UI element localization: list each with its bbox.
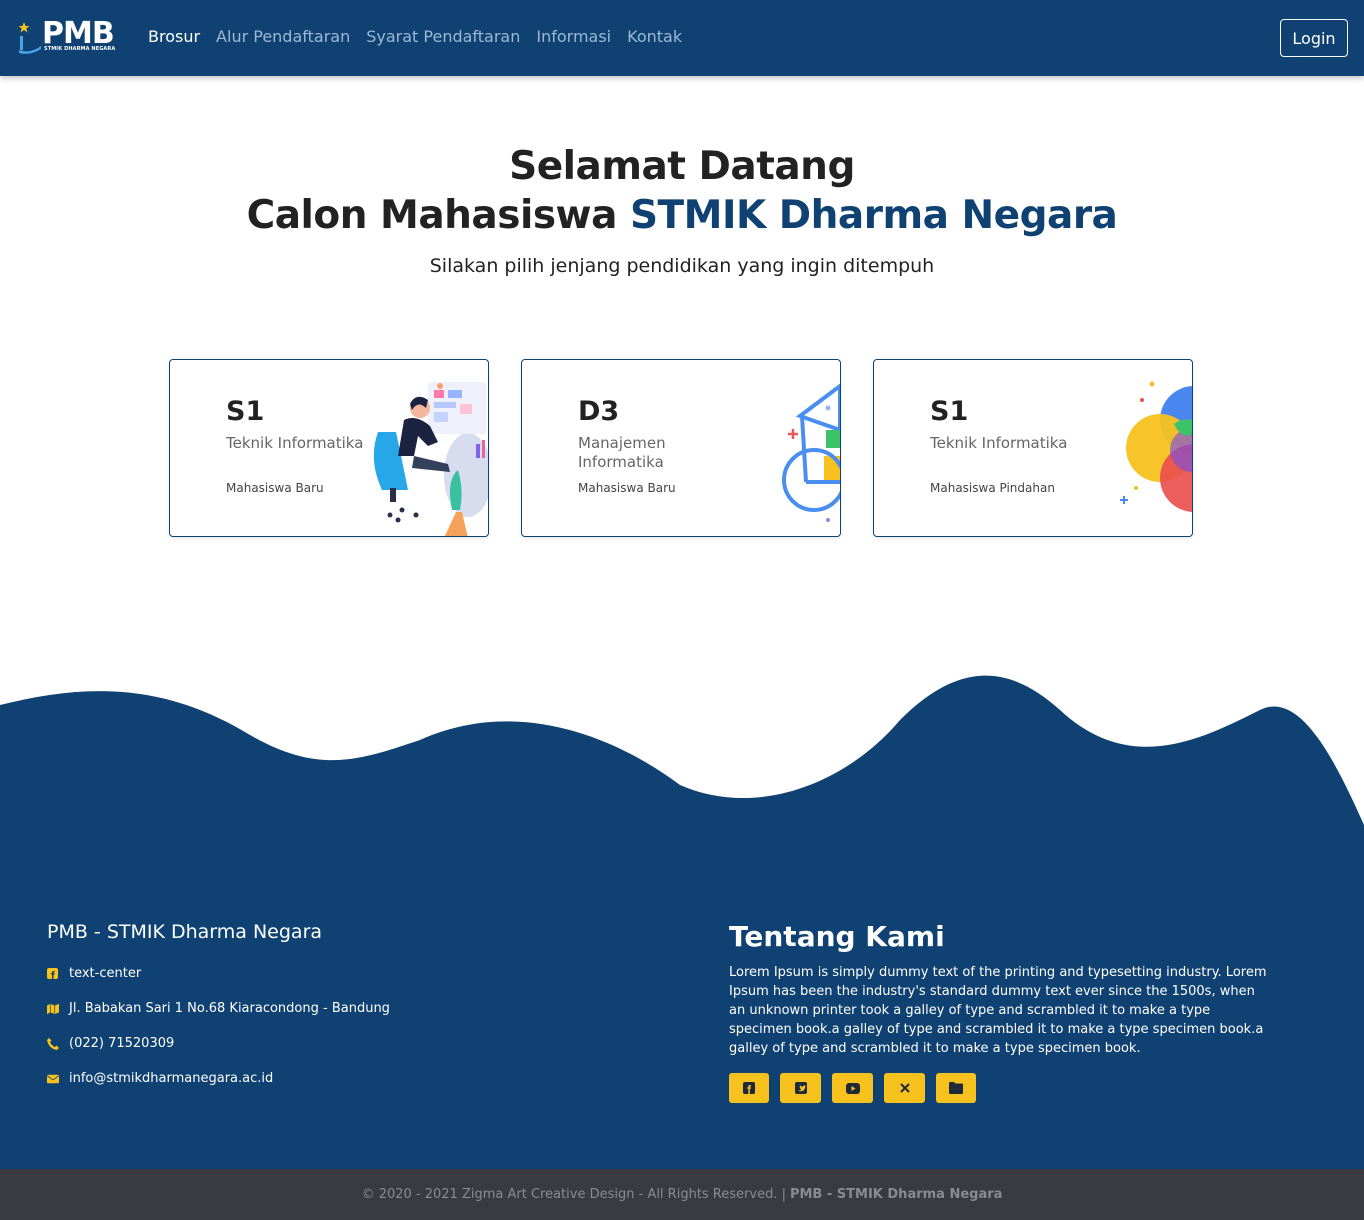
page-title: Selamat Datang Calon Mahasiswa STMIK Dha… — [0, 142, 1364, 240]
envelope-icon — [47, 1074, 59, 1083]
card-program: Manajemen Informatika — [578, 434, 666, 471]
copyright-text: © 2020 - 2021 Zigma Art Creative Design … — [361, 1187, 786, 1202]
contact-text: text-center — [69, 966, 142, 981]
nav-item-informasi[interactable]: Informasi — [536, 27, 611, 46]
card-type: Mahasiswa Baru — [578, 481, 676, 495]
footer-title: PMB - STMIK Dharma Negara — [47, 921, 323, 943]
title-line-2-prefix: Calon Mahasiswa — [246, 193, 630, 238]
title-line-1: Selamat Datang — [509, 144, 855, 189]
contact-text: info@stmikdharmanegara.ac.id — [69, 1071, 274, 1086]
pmb-logo[interactable]: PMB STMIK DHARMA NEGARA — [16, 16, 126, 56]
logo-mark-icon — [18, 22, 41, 54]
about-title: Tentang Kami — [729, 920, 945, 953]
card-type: Mahasiswa Baru — [226, 481, 324, 495]
facebook-icon — [743, 1082, 755, 1094]
nav-item-kontak[interactable]: Kontak — [627, 27, 682, 46]
login-button[interactable]: Login — [1280, 19, 1348, 57]
card-s1-teknik-informatika-pindahan[interactable]: S1 Teknik Informatika Mahasiswa Pindahan — [873, 359, 1193, 537]
card-level: S1 — [226, 396, 265, 427]
nav-item-syarat-pendaftaran[interactable]: Syarat Pendaftaran — [366, 27, 520, 46]
facebook-square-icon — [47, 967, 58, 979]
folder-icon — [949, 1082, 963, 1094]
contact-text: (022) 71520309 — [69, 1036, 175, 1051]
twitter-button[interactable] — [780, 1073, 821, 1103]
nav-item-brosur[interactable]: Brosur — [148, 27, 200, 46]
folder-button[interactable] — [936, 1073, 976, 1103]
card-level: D3 — [578, 396, 620, 427]
contact-item-address: Jl. Babakan Sari 1 No.68 Kiaracondong - … — [47, 1001, 390, 1016]
copyright-bar: © 2020 - 2021 Zigma Art Creative Design … — [0, 1169, 1364, 1220]
title-line-2-accent: STMIK Dharma Negara — [629, 193, 1118, 238]
about-text: Lorem Ipsum is simply dummy text of the … — [729, 965, 1267, 1056]
x-button[interactable] — [884, 1073, 925, 1103]
card-type: Mahasiswa Pindahan — [930, 481, 1055, 495]
youtube-icon — [845, 1082, 860, 1094]
page-subtitle: Silakan pilih jenjang pendidikan yang in… — [429, 255, 935, 277]
card-s1-teknik-informatika-baru[interactable]: S1 Teknik Informatika Mahasiswa Baru — [169, 359, 489, 537]
card-level: S1 — [930, 396, 969, 427]
twitter-icon — [794, 1082, 807, 1094]
social-buttons — [729, 1073, 976, 1103]
nav-item-alur-pendaftaran[interactable]: Alur Pendaftaran — [216, 27, 350, 46]
youtube-button[interactable] — [832, 1073, 873, 1103]
main-nav: Brosur Alur Pendaftaran Syarat Pendaftar… — [148, 27, 682, 46]
phone-icon — [47, 1037, 59, 1050]
color-circles-illustration — [1120, 381, 1192, 512]
contact-item-facebook: text-center — [47, 966, 141, 981]
map-icon — [47, 1003, 59, 1014]
card-program: Teknik Informatika — [930, 434, 1068, 452]
navbar: PMB STMIK DHARMA NEGARA Brosur Alur Pend… — [0, 0, 1364, 76]
contact-item-email[interactable]: info@stmikdharmanegara.ac.id — [47, 1071, 273, 1086]
footer-wave-background — [0, 675, 1364, 1180]
card-program: Teknik Informatika — [226, 434, 364, 452]
facebook-button[interactable] — [729, 1073, 769, 1103]
copyright-brand: PMB - STMIK Dharma Negara — [789, 1187, 1003, 1202]
logo-subtext: STMIK DHARMA NEGARA — [44, 46, 116, 52]
person-computer-illustration — [373, 382, 488, 536]
x-icon — [899, 1083, 910, 1093]
contact-item-phone: (022) 71520309 — [47, 1036, 174, 1051]
card-d3-manajemen-informatika-baru[interactable]: D3 Manajemen Informatika Mahasiswa Baru — [521, 359, 841, 537]
contact-text: Jl. Babakan Sari 1 No.68 Kiaracondong - … — [69, 1001, 390, 1016]
geometric-shapes-illustration — [782, 383, 840, 522]
